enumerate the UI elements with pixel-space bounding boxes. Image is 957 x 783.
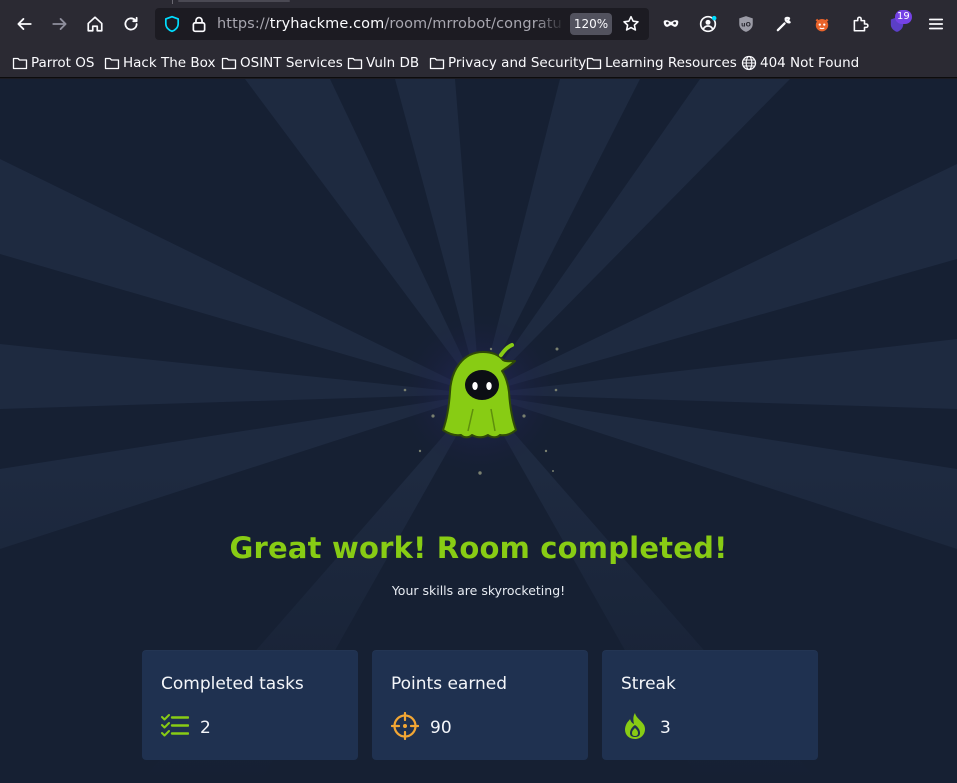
tab-edge [172,0,173,4]
folder-icon [429,57,445,70]
wrench-icon [776,16,791,32]
bookmark-learning-resources[interactable]: Learning Resources [586,52,737,74]
fox-extension-button[interactable] [807,9,837,39]
card-title: Completed tasks [161,674,304,694]
bookmarks-toolbar: Parrot OS Hack The Box OSINT Services Vu… [0,48,957,78]
folder-icon [12,57,28,70]
folder-icon [586,57,602,70]
bookmark-label: 404 Not Found [760,55,860,71]
completed-tasks-card: Completed tasks 2 [142,650,358,760]
bookmark-vuln-db[interactable]: Vuln DB [347,52,419,74]
tracking-protection-shield-icon[interactable] [163,15,181,33]
browser-toolbar: https://tryhackme.com/room/mrrobot/congr… [0,0,957,48]
fox-icon [815,18,829,32]
task-list-icon [161,714,189,737]
streak-card: Streak 3 [602,650,818,760]
bookmark-privacy-and-security[interactable]: Privacy and Security [429,52,586,74]
card-value: 3 [660,718,671,738]
forward-button[interactable] [45,9,75,39]
bookmark-label: Parrot OS [31,55,95,71]
page-title: Great work! Room completed! [229,531,728,565]
zoom-level-button[interactable]: 120% [570,13,612,35]
folder-icon [104,57,120,70]
url-host: tryhackme.com [269,16,385,32]
bookmark-label: Privacy and Security [448,55,587,71]
reload-icon [124,16,138,31]
card-value: 2 [200,718,211,738]
bookmark-label: Vuln DB [366,55,420,71]
home-icon [87,16,103,32]
bookmark-label: OSINT Services [240,55,343,71]
account-button[interactable] [693,9,723,39]
globe-icon [741,55,757,71]
back-button[interactable] [9,9,39,39]
bookmark-star-icon[interactable] [622,15,640,33]
page-content: Great work! Room completed! Your skills … [0,79,957,783]
url-text[interactable]: https://tryhackme.com/room/mrrobot/congr… [217,14,562,34]
account-icon [699,15,717,33]
active-tab-indicator[interactable] [178,0,290,2]
bookmark-404-not-found[interactable]: 404 Not Found [741,52,859,74]
reload-button[interactable] [116,9,146,39]
extensions-button[interactable] [845,9,875,39]
folder-icon [221,57,237,70]
flame-icon [625,713,645,739]
url-fade [535,12,565,36]
folder-icon [347,57,363,70]
bookmark-label: Hack The Box [123,55,216,71]
ublock-shield-icon: uO [739,16,753,32]
puzzle-icon [853,16,869,32]
svg-text:uO: uO [741,21,751,28]
bookmark-label: Learning Resources [605,55,737,71]
mask-icon [663,20,679,27]
hamburger-menu-icon [928,18,944,30]
home-button[interactable] [80,9,110,39]
card-title: Streak [621,674,676,694]
card-title: Points earned [391,674,508,694]
bookmark-osint-services[interactable]: OSINT Services [221,52,343,74]
ublock-extension-button[interactable]: uO [731,9,761,39]
forward-arrow-icon [52,18,67,30]
app-menu-button[interactable] [921,9,951,39]
url-scheme: https:// [217,16,270,32]
card-value: 90 [430,718,452,738]
points-earned-card: Points earned 90 [372,650,588,760]
bookmark-hack-the-box[interactable]: Hack The Box [104,52,215,74]
private-browsing-button[interactable] [656,9,686,39]
url-bar[interactable]: https://tryhackme.com/room/mrrobot/congr… [155,8,649,40]
hooded-mascot-icon [403,343,559,475]
page-subtitle: Your skills are skyrocketing! [391,583,566,598]
dev-tools-button[interactable] [769,9,799,39]
extension-count-badge: 19 [895,10,912,24]
bookmark-parrot-os[interactable]: Parrot OS [12,52,94,74]
crosshair-icon [391,712,419,740]
back-arrow-icon [17,18,32,30]
lock-icon[interactable] [191,15,207,33]
